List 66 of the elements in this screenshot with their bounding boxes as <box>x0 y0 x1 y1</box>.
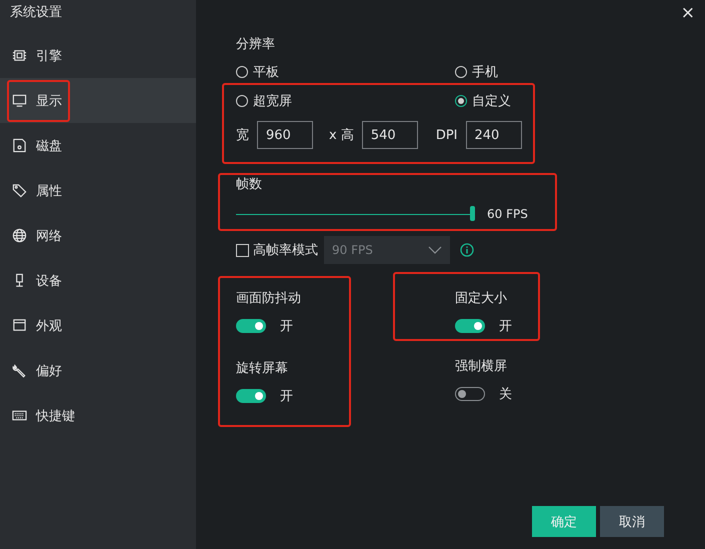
checkbox-label: 高帧率模式 <box>253 242 318 259</box>
toggle-state: 关 <box>499 386 512 403</box>
monitor-icon <box>12 93 27 108</box>
sidebar-label: 设备 <box>36 272 62 290</box>
radio-button[interactable] <box>236 66 248 78</box>
sidebar-item[interactable]: 外观 <box>0 303 196 348</box>
field-label: x 高 <box>329 127 354 144</box>
sidebar-item[interactable]: 快捷键 <box>0 393 196 438</box>
checkbox[interactable] <box>236 244 249 256</box>
input-field[interactable]: 960 <box>257 121 313 149</box>
toggle-label: 强制横屏 <box>455 358 508 376</box>
sidebar-label: 引擎 <box>36 48 62 64</box>
radio-option[interactable]: 手机 <box>455 63 533 81</box>
toggle-state: 开 <box>280 388 293 405</box>
close-button[interactable]: × <box>670 0 705 25</box>
window-title: 系统设置 <box>9 4 63 22</box>
sidebar-label: 快捷键 <box>36 408 75 424</box>
wrench-icon <box>12 363 27 378</box>
radio-label: 平板 <box>253 64 279 81</box>
toggle-state: 开 <box>280 318 293 335</box>
radio-label: 超宽屏 <box>253 93 292 110</box>
globe-icon <box>12 228 27 243</box>
chip-icon <box>12 48 27 63</box>
field-label: 宽 <box>236 127 249 144</box>
slider-thumb[interactable] <box>470 206 475 221</box>
radio-option[interactable]: 自定义 <box>455 92 533 110</box>
sidebar-item[interactable]: 磁盘 <box>0 123 196 168</box>
cancel-button[interactable]: 取消 <box>600 506 664 537</box>
radio-option[interactable]: 平板 <box>236 63 455 81</box>
sidebar-item[interactable]: 网络 <box>0 213 196 258</box>
radio-button[interactable] <box>455 66 467 78</box>
tag-icon <box>12 183 27 198</box>
sidebar-label: 外观 <box>36 318 62 334</box>
toggle-label: 画面防抖动 <box>236 290 302 308</box>
radio-button[interactable] <box>455 95 467 107</box>
sidebar-item[interactable]: 引擎 <box>0 33 196 78</box>
slider-value: 60 FPS <box>487 207 528 221</box>
sidebar-item[interactable]: 偏好 <box>0 348 196 393</box>
section-title: 帧数 <box>236 176 263 194</box>
sidebar-label: 偏好 <box>36 362 62 380</box>
sidebar-label: 显示 <box>36 92 62 110</box>
toggle-switch[interactable] <box>455 387 485 401</box>
keyboard-icon <box>12 408 27 423</box>
sidebar-label: 磁盘 <box>36 138 62 154</box>
toggle-state: 开 <box>499 318 512 335</box>
toggle-switch[interactable] <box>455 319 485 333</box>
radio-option[interactable]: 超宽屏 <box>236 92 455 110</box>
sidebar-item[interactable]: 显示 <box>0 78 196 123</box>
info-icon[interactable] <box>460 243 474 257</box>
toggle-label: 旋转屏幕 <box>236 360 289 378</box>
window-icon <box>12 318 27 333</box>
toggle-switch[interactable] <box>236 319 266 333</box>
radio-label: 自定义 <box>472 93 511 110</box>
sidebar-label: 网络 <box>36 228 62 244</box>
toggle-label: 固定大小 <box>455 290 508 308</box>
toggle-switch[interactable] <box>236 389 266 403</box>
sidebar-label: 属性 <box>36 182 62 200</box>
radio-label: 手机 <box>472 64 498 81</box>
radio-button[interactable] <box>236 95 248 107</box>
input-field[interactable]: 240 <box>466 121 522 149</box>
sidebar-item[interactable]: 属性 <box>0 168 196 213</box>
chevron-down-icon <box>428 246 442 254</box>
sidebar-item[interactable]: 设备 <box>0 258 196 303</box>
field-label: DPI <box>436 128 458 142</box>
section-title: 分辨率 <box>235 36 276 54</box>
input-field[interactable]: 540 <box>362 121 418 149</box>
